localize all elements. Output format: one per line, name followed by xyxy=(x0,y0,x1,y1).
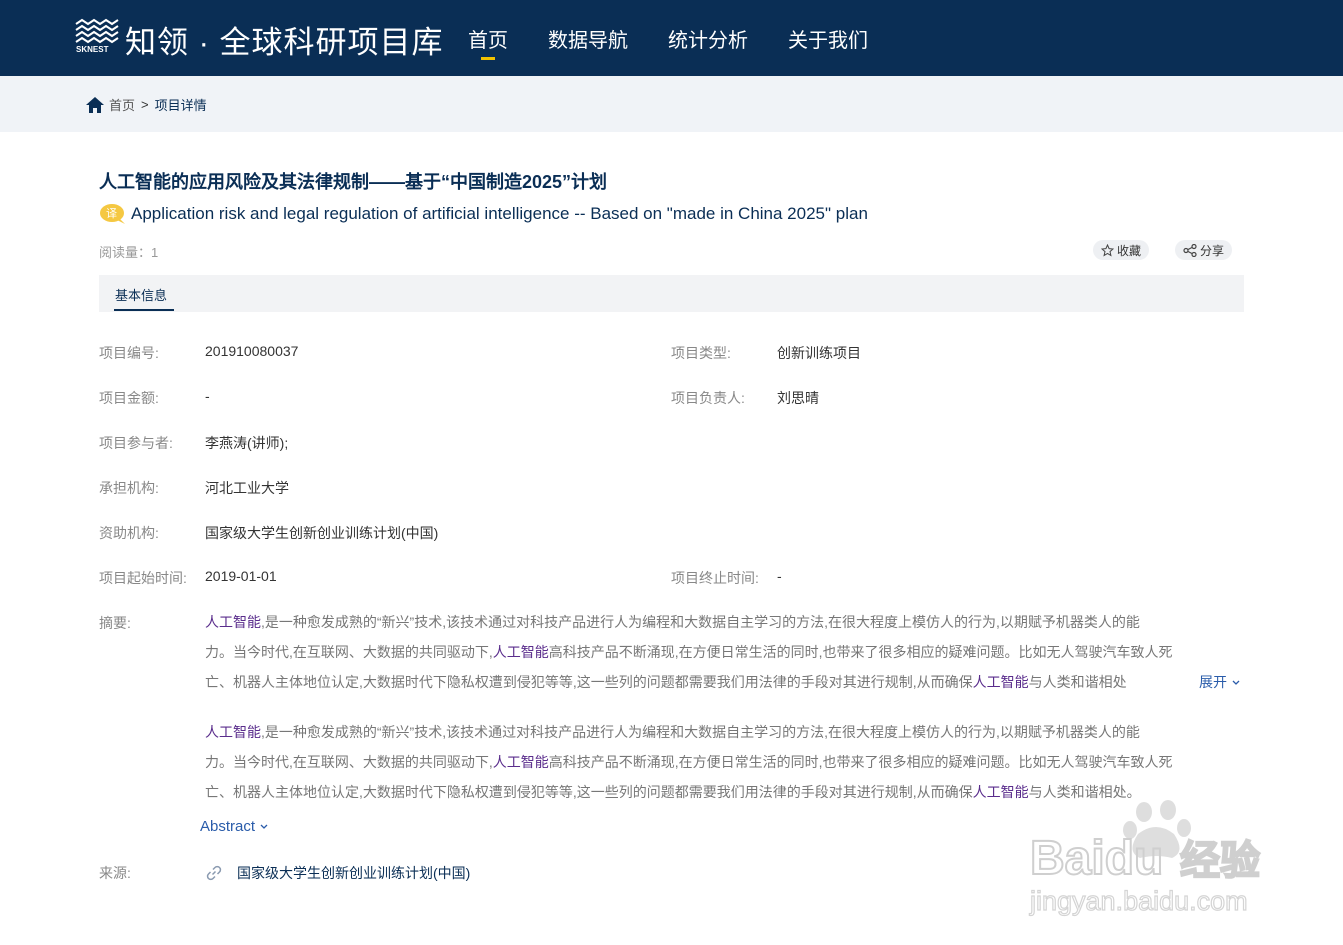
abstract-label: 摘要: xyxy=(99,615,131,631)
breadcrumb: 首页 > 项目详情 xyxy=(85,95,207,114)
participants-label: 项目参与者: xyxy=(99,435,173,451)
breadcrumb-bar: 首页 > 项目详情 xyxy=(0,76,1343,132)
home-icon[interactable] xyxy=(85,96,105,114)
site-title[interactable]: 知领 · 全球科研项目库 xyxy=(125,17,444,62)
read-count-value: 1 xyxy=(151,245,159,260)
expand-button[interactable]: 展开 xyxy=(1199,672,1241,692)
institution-label: 承担机构: xyxy=(99,480,159,496)
nav-statistics[interactable]: 统计分析 xyxy=(668,24,748,53)
chevron-down-icon xyxy=(1232,680,1240,685)
share-button[interactable]: 分享 xyxy=(1175,240,1233,260)
breadcrumb-current: 项目详情 xyxy=(154,98,207,113)
tab-basic-info[interactable]: 基本信息 xyxy=(115,285,167,304)
watermark-url: jingyan.baidu.com xyxy=(1029,886,1248,916)
abstract-text: 高科技产品不断涌现,在方便日常生活的同时,也带来了很多相应的疑难问题。比如无人驾… xyxy=(548,754,1173,770)
project-no-label: 项目编号: xyxy=(99,345,159,361)
abstract-line-1: 人工智能,是一种愈发成熟的“新兴”技术,该技术通过对科技产品进行人为编程和大数据… xyxy=(205,607,1250,637)
project-type-label: 项目类型: xyxy=(671,345,731,361)
abstract-fade xyxy=(1145,667,1200,697)
read-count: 阅读量：1 xyxy=(99,242,158,261)
abstract-text: 亡、机器人主体地位认定,大数据时代下隐私权遭到侵犯等等,这一些列的问题都需要我们… xyxy=(205,674,973,690)
leader-value: 刘思晴 xyxy=(777,390,819,406)
abstract-text: 亡、机器人主体地位认定,大数据时代下隐私权遭到侵犯等等,这一些列的问题都需要我们… xyxy=(205,784,973,800)
abstract-keyword[interactable]: 人工智能 xyxy=(493,644,549,660)
abstract-line-2: 力。当今时代,在互联网、大数据的共同驱动下,人工智能高科技产品不断涌现,在方便日… xyxy=(205,637,1250,667)
abstract-text: 力。当今时代,在互联网、大数据的共同驱动下, xyxy=(205,644,493,660)
end-date-label: 项目终止时间: xyxy=(671,570,759,586)
translate-icon[interactable]: 译 xyxy=(99,202,129,226)
favorite-label: 收藏 xyxy=(1117,243,1142,258)
funder-value: 国家级大学生创新创业训练计划(中国) xyxy=(205,525,439,541)
abstract-text: ,是一种愈发成熟的“新兴”技术,该技术通过对科技产品进行人为编程和大数据自主学习… xyxy=(261,724,1140,740)
leader-label: 项目负责人: xyxy=(671,390,745,406)
abstract-text: 与人类和谐相处。 xyxy=(1028,784,1141,800)
translate-badge-text: 译 xyxy=(106,207,117,220)
expand-label: 展开 xyxy=(1199,674,1227,690)
abstract-toggle-label: Abstract xyxy=(200,818,256,835)
breadcrumb-home[interactable]: 首页 xyxy=(109,95,135,114)
start-date-value: 2019-01-01 xyxy=(205,568,277,584)
end-date-value: - xyxy=(777,568,782,584)
share-icon xyxy=(1183,243,1197,257)
institution-value: 河北工业大学 xyxy=(205,480,289,496)
abstract-line-1: 人工智能,是一种愈发成熟的“新兴”技术,该技术通过对科技产品进行人为编程和大数据… xyxy=(205,717,1250,747)
star-icon xyxy=(1101,243,1114,257)
abstract-text: 与人类和谐相处 xyxy=(1028,674,1127,690)
site-logo-icon[interactable]: SKNEST xyxy=(72,18,120,54)
source-label: 来源: xyxy=(99,865,131,881)
project-title-en: Application risk and legal regulation of… xyxy=(131,204,868,223)
abstract-keyword[interactable]: 人工智能 xyxy=(205,614,261,630)
abstract-keyword[interactable]: 人工智能 xyxy=(973,784,1029,800)
tab-active-indicator xyxy=(114,309,174,311)
breadcrumb-separator: > xyxy=(141,97,149,112)
nav-data-navigation[interactable]: 数据导航 xyxy=(548,24,628,53)
logo-text: SKNEST xyxy=(76,45,109,54)
project-title-en-row: 译 Application risk and legal regulation … xyxy=(99,202,868,226)
link-icon xyxy=(206,865,222,881)
project-type-value: 创新训练项目 xyxy=(777,345,861,361)
funder-label: 资助机构: xyxy=(99,525,159,541)
read-count-label: 阅读量： xyxy=(99,245,152,260)
watermark-brand: Baidu xyxy=(1030,832,1163,885)
amount-label: 项目金额: xyxy=(99,390,159,406)
abstract-full: 人工智能,是一种愈发成熟的“新兴”技术,该技术通过对科技产品进行人为编程和大数据… xyxy=(205,717,1250,807)
share-label: 分享 xyxy=(1200,243,1225,258)
amount-value: - xyxy=(205,388,210,404)
abstract-text: 高科技产品不断涌现,在方便日常生活的同时,也带来了很多相应的疑难问题。比如无人驾… xyxy=(548,644,1173,660)
participants-value: 李燕涛(讲师); xyxy=(205,435,289,451)
abstract-text: ,是一种愈发成熟的“新兴”技术,该技术通过对科技产品进行人为编程和大数据自主学习… xyxy=(261,614,1140,630)
source-link[interactable]: 国家级大学生创新创业训练计划(中国) xyxy=(237,863,470,883)
nav-home[interactable]: 首页 xyxy=(468,24,508,60)
abstract-keyword[interactable]: 人工智能 xyxy=(973,674,1029,690)
abstract-collapsed: 人工智能,是一种愈发成熟的“新兴”技术,该技术通过对科技产品进行人为编程和大数据… xyxy=(205,607,1250,697)
project-title-cn: 人工智能的应用风险及其法律规制——基于“中国制造2025”计划 xyxy=(99,172,608,192)
abstract-toggle-button[interactable]: Abstract xyxy=(200,818,269,835)
abstract-keyword[interactable]: 人工智能 xyxy=(205,724,261,740)
tab-bar: 基本信息 xyxy=(99,275,1244,312)
abstract-line-2: 力。当今时代,在互联网、大数据的共同驱动下,人工智能高科技产品不断涌现,在方便日… xyxy=(205,747,1250,777)
top-navbar: SKNEST 知领 · 全球科研项目库 首页 数据导航 统计分析 关于我们 xyxy=(0,0,1343,76)
main-nav: 首页 数据导航 统计分析 关于我们 xyxy=(468,24,908,60)
abstract-keyword[interactable]: 人工智能 xyxy=(493,754,549,770)
start-date-label: 项目起始时间: xyxy=(99,570,187,586)
abstract-line-3: 亡、机器人主体地位认定,大数据时代下隐私权遭到侵犯等等,这一些列的问题都需要我们… xyxy=(205,667,1200,697)
watermark-brand-cn: 经验 xyxy=(1180,838,1260,884)
chevron-down-icon xyxy=(260,824,268,829)
nav-about[interactable]: 关于我们 xyxy=(788,24,868,53)
baidu-jingyan-watermark: Baidu 经验 jingyan.baidu.com xyxy=(1028,800,1261,917)
favorite-button[interactable]: 收藏 xyxy=(1093,240,1150,260)
abstract-text: 力。当今时代,在互联网、大数据的共同驱动下, xyxy=(205,754,493,770)
project-no-value: 201910080037 xyxy=(205,343,299,359)
